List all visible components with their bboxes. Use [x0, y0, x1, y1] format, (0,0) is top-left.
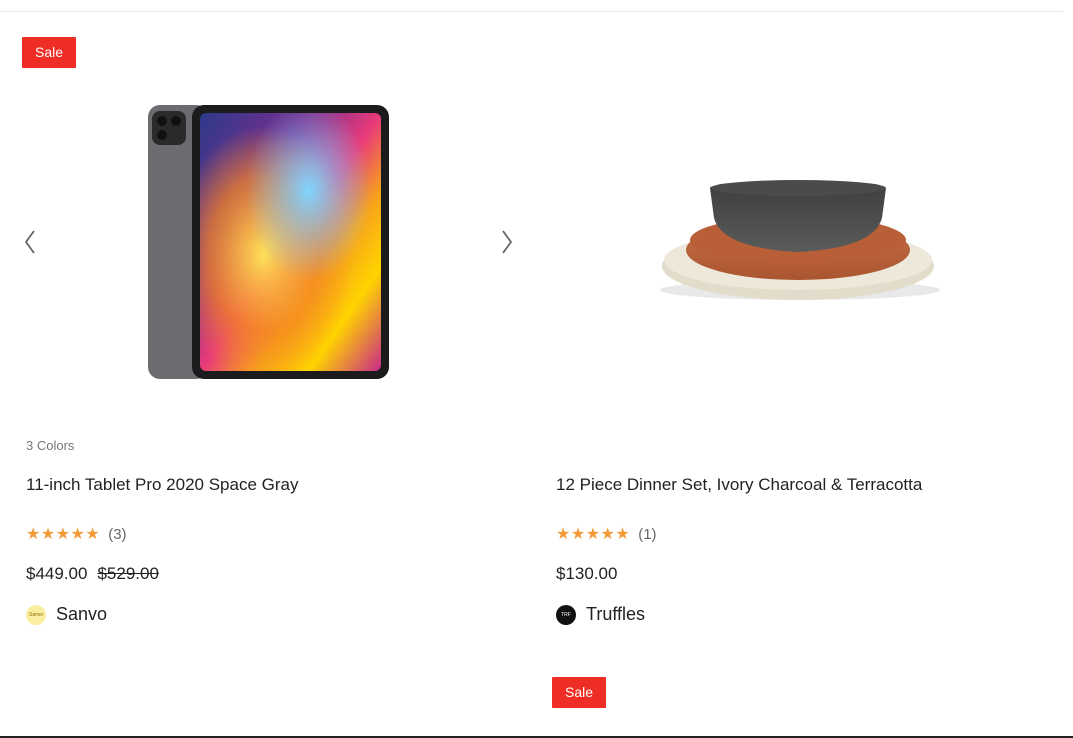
- carousel-prev-button[interactable]: [20, 222, 40, 262]
- price-row: $130.00: [556, 564, 617, 584]
- price: $130.00: [556, 564, 618, 583]
- vendor-name[interactable]: Truffles: [586, 604, 645, 625]
- dinner-set-image[interactable]: [660, 178, 940, 308]
- chevron-left-icon: [24, 230, 35, 254]
- product-card-dinner-set[interactable]: 12 Piece Dinner Set, Ivory Charcoal & Te…: [530, 0, 1073, 738]
- rating-count: (1): [638, 525, 657, 543]
- rating-count: (3): [108, 525, 127, 543]
- product-rating: ★★★★★ (3): [26, 524, 127, 544]
- vendor-name[interactable]: Sanvo: [56, 604, 107, 625]
- vendor[interactable]: TRF Truffles: [556, 604, 645, 625]
- product-rating: ★★★★★ (1): [556, 524, 657, 544]
- sale-price: $449.00: [26, 564, 88, 583]
- sale-badge: Sale: [552, 677, 607, 708]
- product-card-tablet[interactable]: Sale 3 Colors 11-inch Tablet Pro 2020 Sp…: [0, 0, 530, 738]
- product-title[interactable]: 12 Piece Dinner Set, Ivory Charcoal & Te…: [556, 475, 922, 495]
- sale-badge: Sale: [22, 37, 77, 68]
- vendor-logo: Sanvo: [26, 604, 46, 625]
- price-row: $449.00 $529.00: [26, 564, 159, 584]
- color-count[interactable]: 3 Colors: [26, 438, 74, 453]
- chevron-right-icon: [502, 230, 513, 254]
- star-rating-icons: ★★★★★: [26, 526, 101, 543]
- star-rating-icons: ★★★★★: [556, 526, 631, 543]
- tablet-image[interactable]: [146, 103, 391, 381]
- product-title[interactable]: 11-inch Tablet Pro 2020 Space Gray: [26, 475, 298, 495]
- vendor-logo: TRF: [556, 604, 576, 625]
- vendor[interactable]: Sanvo Sanvo: [26, 604, 107, 625]
- carousel-next-button[interactable]: [497, 222, 517, 262]
- original-price: $529.00: [97, 564, 159, 583]
